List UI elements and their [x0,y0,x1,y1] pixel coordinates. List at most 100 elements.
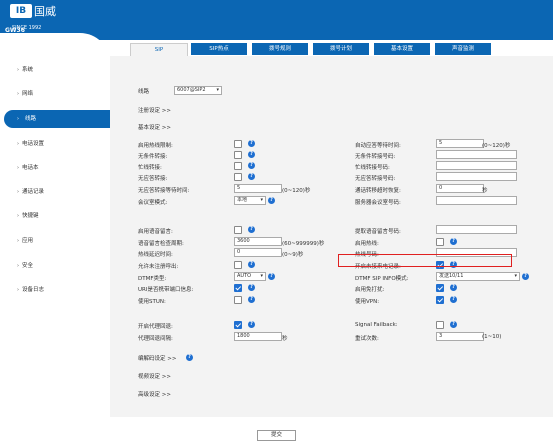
left-field-label: 无条件转接: [138,154,168,160]
sidebar-item-1[interactable]: › 网络 [0,85,110,103]
sidebar-item-label: 安全 [22,263,34,269]
help-icon[interactable]: ? [522,273,529,280]
tab-basic-settings[interactable]: 基本设置 [374,43,430,55]
sidebar-item-label: 线路 [25,116,37,122]
help-icon[interactable]: ? [248,296,255,303]
left-field-label: 热线延迟时间: [138,252,173,258]
help-icon[interactable]: ? [248,261,255,268]
register-settings-toggle[interactable]: 注册设定 >> [138,106,171,114]
tab-dial-plan[interactable]: 拨号计划 [313,43,369,55]
left-checkbox[interactable] [234,140,242,148]
left-field-label: 无应答转接等待时间: [138,188,190,194]
chevron-right-icon: › [17,213,19,219]
help-icon[interactable]: ? [248,151,255,158]
sidebar-item-label: 通话记录 [22,189,45,195]
help-icon[interactable]: ? [248,226,255,233]
right-field-label: 通话转移超时恢复: [355,188,401,194]
sidebar-item-6[interactable]: › 快捷键 [0,207,110,225]
right-input[interactable]: 3 [436,332,484,341]
basic-settings-header[interactable]: 基本设定 >> [138,123,171,131]
left-checkbox[interactable] [234,173,242,181]
help-icon[interactable]: ? [450,238,457,245]
left-input[interactable]: 0 [234,248,282,257]
sidebar-item-2[interactable]: › 线路 [4,110,110,128]
sidebar-item-4[interactable]: › 电话本 [0,159,110,177]
left-checkbox[interactable] [234,296,242,304]
right-field-label: 无应答转接号码: [355,176,396,182]
help-icon[interactable]: ? [248,173,255,180]
chevron-right-icon: › [17,263,19,269]
chevron-right-icon: › [17,189,19,195]
help-icon[interactable]: ? [248,140,255,147]
left-field-label: 语音留言检查周期: [138,241,184,247]
submit-button[interactable]: 提交 [257,430,296,441]
left-field-label: 启用热线限制: [138,143,173,149]
line-select[interactable]: 6007@SIP2 [174,86,222,95]
left-checkbox[interactable] [234,284,242,292]
tab-sip-hotspot[interactable]: SIP热点 [191,43,247,55]
tab-dial-rules[interactable]: 拨号规则 [252,43,308,55]
brand: IB 国威 SINCE 1992 [10,3,56,31]
help-icon[interactable]: ? [268,197,275,204]
left-input[interactable]: 1800 [234,332,282,341]
help-icon[interactable]: ? [450,284,457,291]
sidebar-item-0[interactable]: › 系统 [0,61,110,79]
help-icon[interactable]: ? [450,296,457,303]
help-icon[interactable]: ? [450,321,457,328]
right-input[interactable]: 5 [436,139,484,148]
video-settings-toggle[interactable]: 视频设定 >> [138,372,171,380]
right-checkbox[interactable] [436,238,444,246]
left-field-label: 无应答转接: [138,176,168,182]
sidebar-item-7[interactable]: › 应用 [0,232,110,250]
right-checkbox[interactable] [436,284,444,292]
left-field-label: 忙线转接: [138,165,162,171]
line-select-value: 6007@SIP2 [177,87,206,93]
help-icon[interactable]: ? [248,284,255,291]
sidebar-item-label: 电话本 [22,165,39,171]
sidebar-item-3[interactable]: › 电话设置 [0,135,110,153]
left-checkbox[interactable] [234,151,242,159]
right-input[interactable] [436,225,517,234]
help-icon[interactable]: ? [268,273,275,280]
right-checkbox[interactable] [436,321,444,329]
sidebar-item-label: 系统 [22,67,34,73]
left-select[interactable]: AUTO [234,272,266,281]
advanced-settings-toggle[interactable]: 高级设定 >> [138,390,171,398]
right-input[interactable] [436,172,517,181]
sidebar-item-5[interactable]: › 通话记录 [0,183,110,201]
left-checkbox[interactable] [234,261,242,269]
chevron-right-icon: › [17,141,19,147]
select-value: 本地 [237,197,248,203]
select-value: 发送10/11 [439,273,464,279]
unit-label: (0~120)秒 [282,188,311,194]
help-icon[interactable]: ? [248,321,255,328]
left-checkbox[interactable] [234,321,242,329]
left-input[interactable]: 5 [234,184,282,193]
unit-label: 秒 [282,336,288,342]
brand-logo: IB [10,4,32,18]
left-input[interactable]: 3600 [234,237,282,246]
right-input[interactable] [436,196,517,205]
left-field-label: 允许未注册呼出: [138,264,179,270]
left-select[interactable]: 本地 [234,196,266,205]
codec-settings-toggle[interactable]: 编解码设定 >> [138,354,176,362]
tab-sound-monitor[interactable]: 声音监测 [435,43,491,55]
right-input[interactable] [436,150,517,159]
right-checkbox[interactable] [436,296,444,304]
right-field-label: 自动应答等待时间: [355,143,401,149]
right-input[interactable]: 0 [436,184,484,193]
left-field-label: URI是否携带端口信息: [138,287,194,293]
tab-sip[interactable]: SIP [130,43,188,56]
right-field-label: 忙线转接号码: [355,165,390,171]
right-field-label: 使用VPN: [355,299,380,305]
codec-help-icon[interactable]: ? [186,354,193,361]
sidebar-item-9[interactable]: › 设备日志 [0,281,110,299]
right-input[interactable] [436,161,517,170]
left-checkbox[interactable] [234,226,242,234]
line-label: 线路 [138,89,150,95]
help-icon[interactable]: ? [248,162,255,169]
sidebar-item-8[interactable]: › 安全 [0,257,110,275]
select-value: AUTO [237,273,252,279]
right-select[interactable]: 发送10/11 [436,272,520,281]
left-checkbox[interactable] [234,162,242,170]
